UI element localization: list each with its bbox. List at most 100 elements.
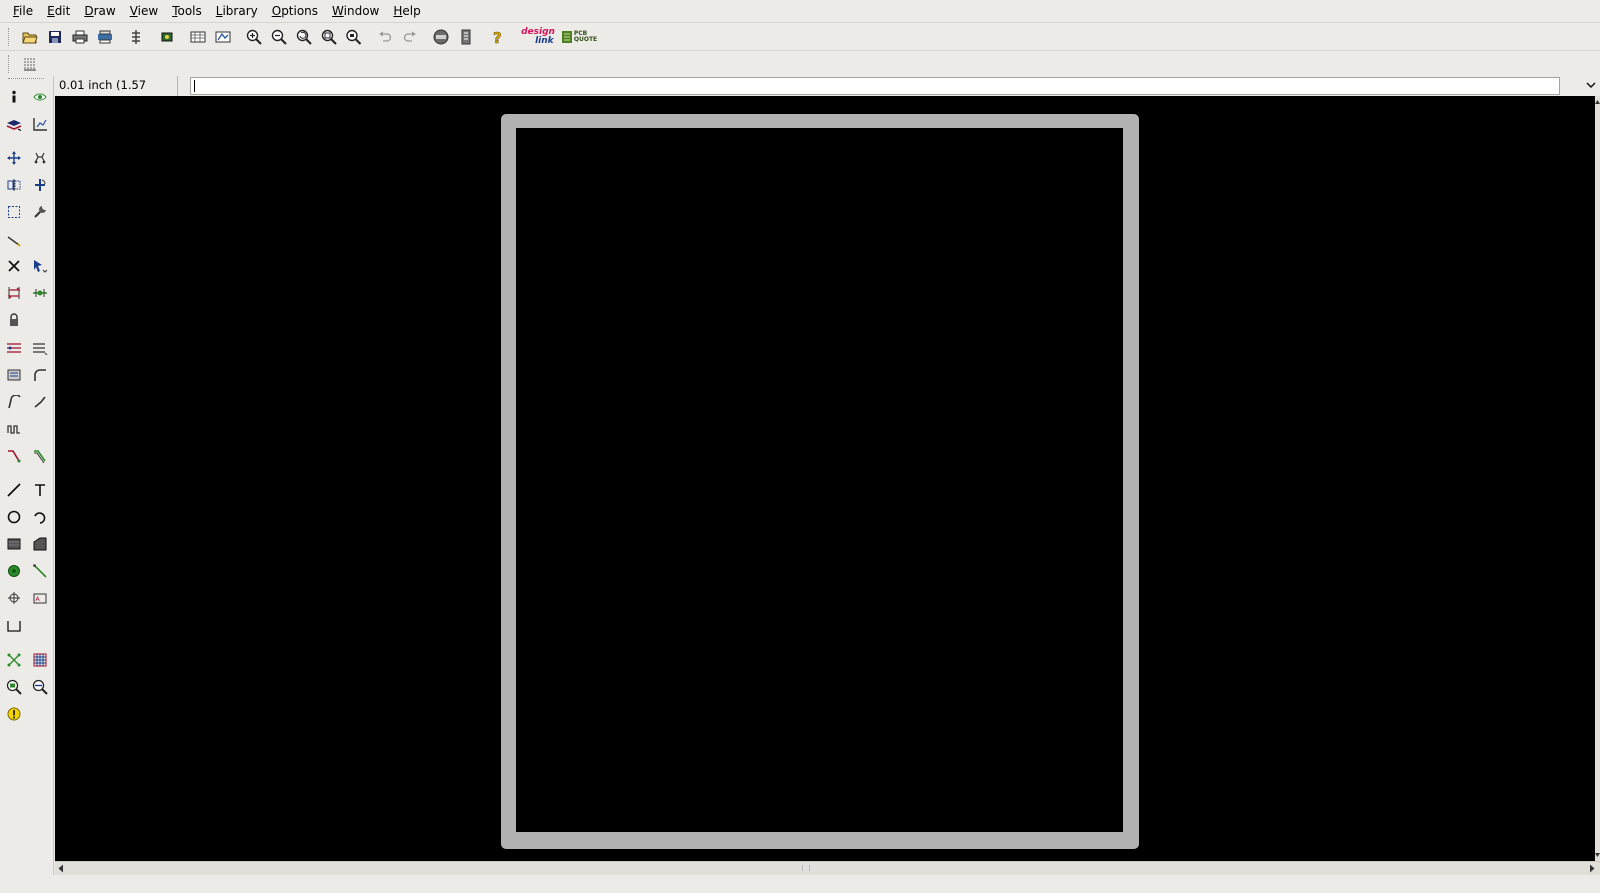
chip-read-icon xyxy=(161,32,172,41)
split-tool[interactable] xyxy=(28,282,52,304)
line-tool[interactable] xyxy=(2,479,26,501)
dimension-tool[interactable] xyxy=(2,615,26,637)
scroll-down-icon[interactable] xyxy=(1595,851,1600,859)
grid-icon xyxy=(33,653,47,667)
circle-icon xyxy=(7,510,21,524)
copper-pour-icon xyxy=(7,369,21,381)
menu-help[interactable]: Help xyxy=(386,0,427,22)
toolbar-grip[interactable] xyxy=(8,27,11,46)
line-icon xyxy=(7,483,21,497)
freehand-route-tool[interactable] xyxy=(2,391,26,413)
arc-route-tool[interactable] xyxy=(28,364,52,386)
chevron-down-icon[interactable] xyxy=(1586,80,1596,90)
copy-tool[interactable] xyxy=(28,147,52,169)
select-area-tool[interactable] xyxy=(2,201,26,223)
visibility-tool[interactable] xyxy=(28,86,52,108)
menu-options[interactable]: Options xyxy=(265,0,325,22)
read-netlist-button[interactable] xyxy=(154,26,179,48)
toolbar-grip[interactable] xyxy=(8,54,11,73)
arc-tool[interactable] xyxy=(28,506,52,528)
undo-button[interactable] xyxy=(372,26,397,48)
menu-edit[interactable]: Edit xyxy=(40,0,77,22)
delete-tool[interactable] xyxy=(2,255,26,277)
teardrop-tool[interactable] xyxy=(2,364,26,386)
unit-readout: 0.01 inch (1.57 1.99) xyxy=(54,76,178,111)
info-tool[interactable] xyxy=(2,86,26,108)
rotate-tool[interactable] xyxy=(28,174,52,196)
text-t-icon xyxy=(35,484,45,496)
origin-tool[interactable] xyxy=(2,587,26,609)
zoom-component-tool[interactable] xyxy=(2,676,26,698)
pcbquote-button[interactable]: PCB QUOTE xyxy=(561,26,597,48)
horizontal-scrollbar[interactable] xyxy=(55,861,1600,875)
meander-tool[interactable] xyxy=(2,418,26,440)
fill-zones-button[interactable] xyxy=(210,26,235,48)
filled-rect-icon xyxy=(7,538,21,550)
straight-route-tool[interactable] xyxy=(28,391,52,413)
menu-file[interactable]: File xyxy=(6,0,40,22)
menu-draw[interactable]: Draw xyxy=(77,0,122,22)
via-line-tool[interactable] xyxy=(28,560,52,582)
edit-tool[interactable] xyxy=(28,201,52,223)
menu-window[interactable]: Window xyxy=(325,0,386,22)
scroll-up-icon[interactable] xyxy=(1595,98,1600,106)
pcb-canvas[interactable] xyxy=(55,96,1595,861)
menu-view[interactable]: View xyxy=(123,0,165,22)
pad-tool[interactable] xyxy=(2,560,26,582)
text-caret xyxy=(194,80,195,92)
help-button[interactable]: ? xyxy=(484,26,509,48)
designlink-button[interactable]: design link xyxy=(515,26,561,48)
info-icon xyxy=(12,90,16,103)
trace-tool[interactable] xyxy=(2,445,26,467)
warning-icon xyxy=(7,707,21,721)
zoom-selection-button[interactable] xyxy=(341,26,366,48)
plot-button[interactable] xyxy=(92,26,117,48)
place-footprint-tool[interactable] xyxy=(28,113,52,135)
print-button[interactable] xyxy=(67,26,92,48)
align-tool[interactable] xyxy=(28,337,52,359)
route-tool[interactable] xyxy=(2,229,26,251)
menu-tools[interactable]: Tools xyxy=(165,0,209,22)
bom-button[interactable] xyxy=(453,26,478,48)
dimension-icon xyxy=(7,621,21,632)
label-tool[interactable]: A xyxy=(28,587,52,609)
zone-tool[interactable] xyxy=(28,533,52,555)
drc-button[interactable] xyxy=(185,26,210,48)
redo-button[interactable] xyxy=(397,26,422,48)
open-folder-icon xyxy=(21,32,38,43)
mirror-tool[interactable] xyxy=(2,174,26,196)
zoom-in-button[interactable] xyxy=(241,26,266,48)
grid-toggle-button[interactable] xyxy=(17,53,42,75)
polygon-tool[interactable] xyxy=(2,533,26,555)
save-button[interactable] xyxy=(42,26,67,48)
zoom-fit-button[interactable] xyxy=(316,26,341,48)
zoom-out-button[interactable] xyxy=(266,26,291,48)
text-tool[interactable] xyxy=(28,479,52,501)
swap-tool[interactable] xyxy=(2,282,26,304)
scroll-right-icon[interactable] xyxy=(1588,864,1596,873)
trace-icon xyxy=(8,450,21,463)
diff-pair-tool[interactable] xyxy=(28,445,52,467)
grid-settings-tool[interactable] xyxy=(28,649,52,671)
drc-errors-tool[interactable] xyxy=(2,703,26,725)
netlist-button[interactable] xyxy=(123,26,148,48)
lock-tool[interactable] xyxy=(2,309,26,331)
toolbox-grip[interactable] xyxy=(8,78,44,81)
zoom-net-tool[interactable] xyxy=(28,676,52,698)
scroll-thumb[interactable] xyxy=(802,865,810,871)
vertical-scrollbar[interactable] xyxy=(1595,96,1600,861)
array-tool[interactable] xyxy=(2,337,26,359)
move-tool[interactable] xyxy=(2,147,26,169)
ratsnest-tool[interactable] xyxy=(2,649,26,671)
lock-icon xyxy=(10,313,18,326)
command-input[interactable] xyxy=(190,77,1560,95)
zoom-redraw-button[interactable] xyxy=(291,26,316,48)
hilight-tool[interactable] xyxy=(28,255,52,277)
split-pins-icon xyxy=(33,289,47,297)
circle-tool[interactable] xyxy=(2,506,26,528)
scroll-left-icon[interactable] xyxy=(57,864,65,873)
export-step-button[interactable] xyxy=(428,26,453,48)
menu-library[interactable]: Library xyxy=(209,0,265,22)
layers-tool[interactable] xyxy=(2,113,26,135)
open-button[interactable] xyxy=(17,26,42,48)
